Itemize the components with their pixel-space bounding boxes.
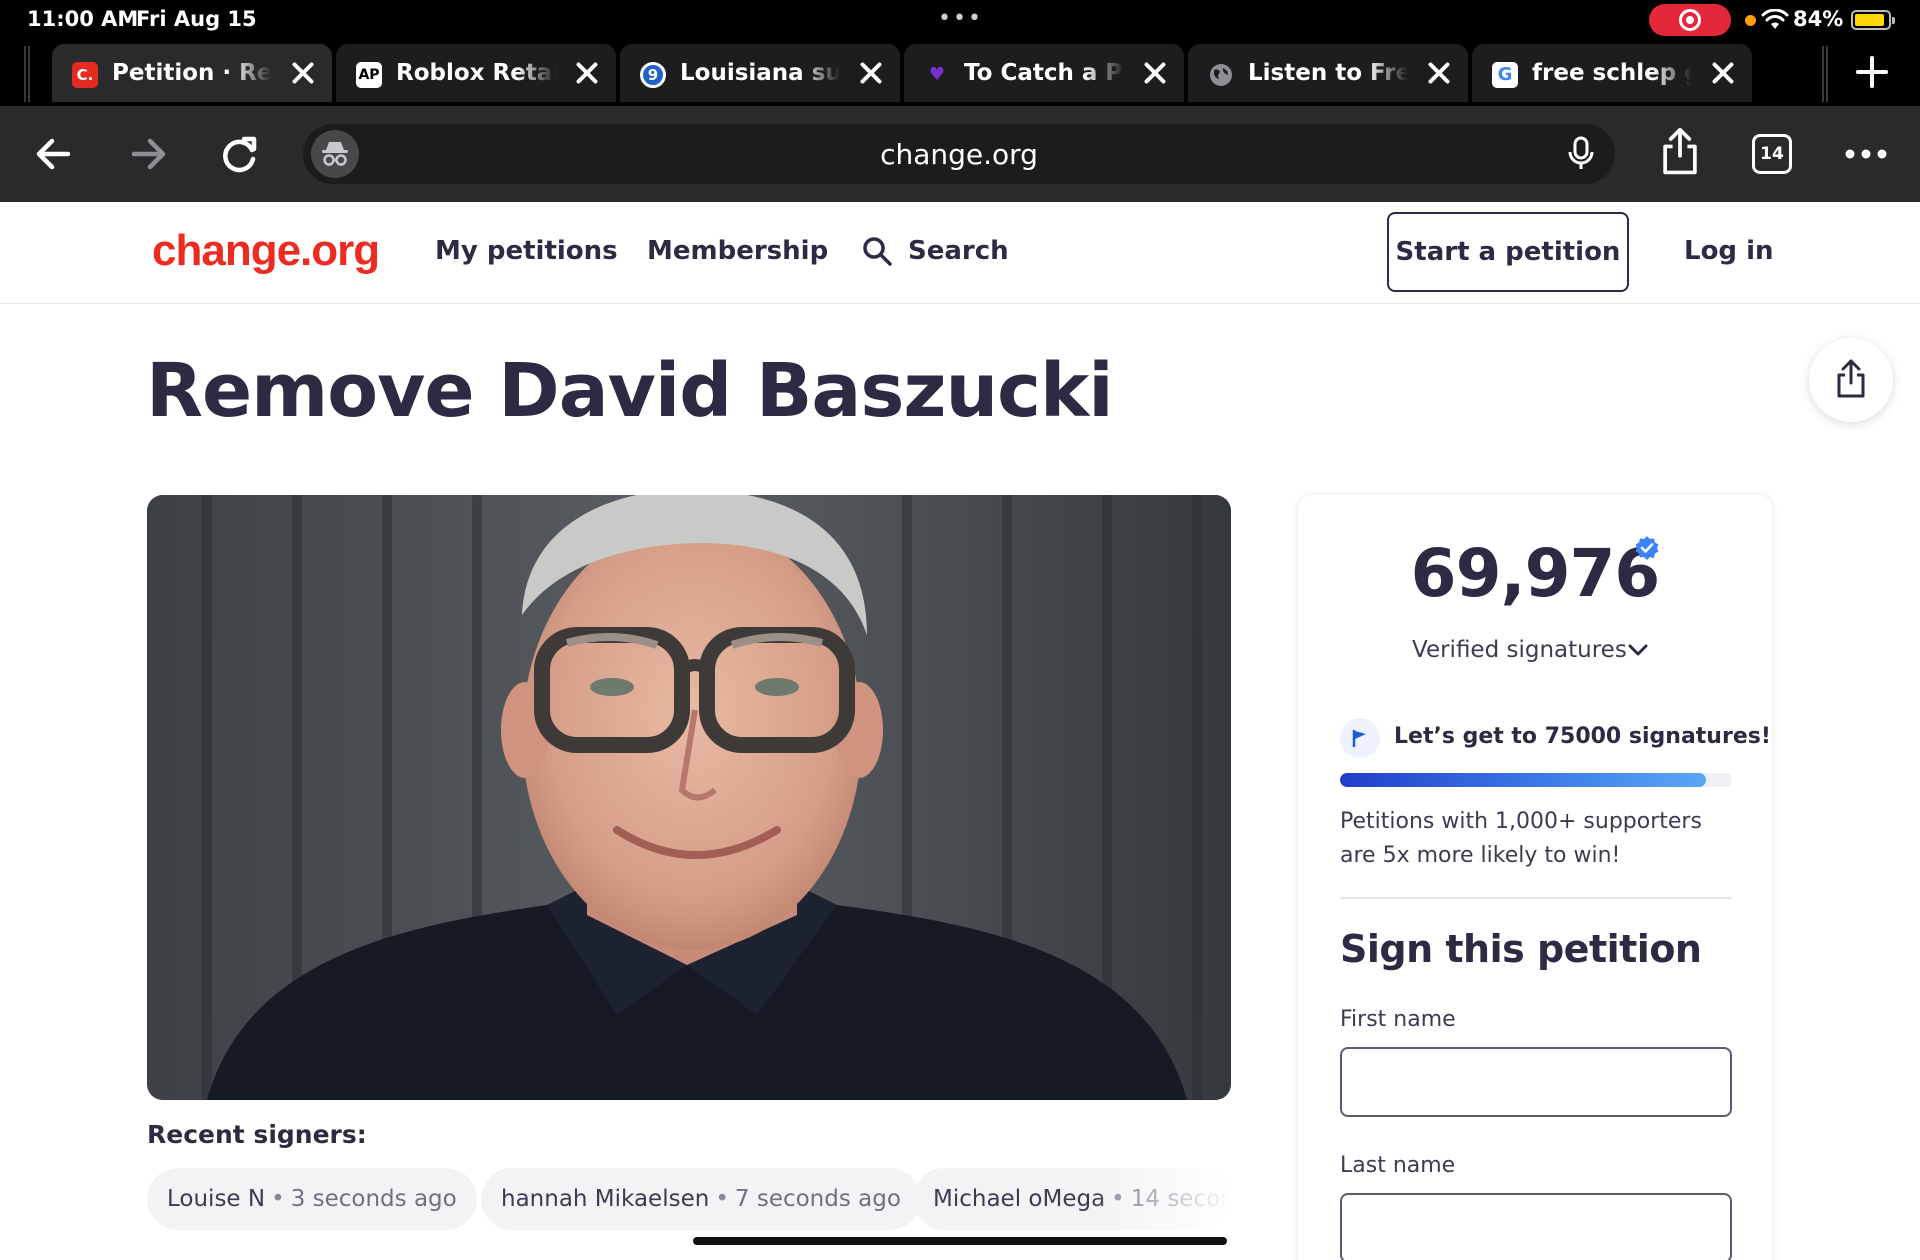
change-org-favicon-icon: C. (72, 62, 98, 88)
nav-search[interactable]: Search (908, 236, 1009, 266)
tab-stack-edge (24, 46, 30, 102)
browser-tab-petition[interactable]: C. Petition · Remove David Baszucki (52, 44, 332, 102)
status-date: Fri Aug 15 (136, 7, 257, 31)
reload-icon[interactable] (214, 128, 266, 180)
home-indicator[interactable] (693, 1237, 1227, 1245)
browser-tab-roblox-retaliates[interactable]: AP Roblox Retaliates (336, 44, 616, 102)
search-icon[interactable] (861, 235, 893, 267)
petition-title: Remove David Baszucki (146, 348, 1114, 434)
globe-favicon-icon (1208, 62, 1234, 88)
signer-time: 7 seconds ago (734, 1186, 901, 1212)
close-tab-icon[interactable] (1424, 58, 1454, 88)
heart-favicon-icon: ♥ (928, 64, 946, 85)
signature-goal-text: Let’s get to 75000 signatures! (1394, 724, 1771, 749)
tab-stack-edge (1822, 46, 1828, 102)
tab-title: To Catch a Predator (964, 60, 1124, 86)
verified-badge-icon (1635, 536, 1659, 560)
change-org-logo[interactable]: change.org (152, 226, 380, 276)
nav-my-petitions[interactable]: My petitions (435, 236, 618, 266)
wifi-icon (1761, 9, 1789, 29)
last-name-label: Last name (1340, 1153, 1456, 1178)
back-arrow-icon[interactable] (28, 128, 80, 180)
multitasking-dots-icon[interactable]: ••• (938, 6, 983, 31)
recent-signer-chip: Louise N • 3 seconds ago (147, 1168, 477, 1230)
signer-name: hannah Mikaelsen (501, 1186, 710, 1212)
tab-title: Petition · Remove David Baszucki (112, 60, 272, 86)
forward-arrow-icon[interactable] (122, 128, 174, 180)
signer-time: 3 seconds ago (290, 1186, 457, 1212)
recent-signer-chip: Michael oMega•14 seconds ago (913, 1168, 1233, 1230)
screen-recording-icon[interactable] (1649, 4, 1731, 36)
recent-signers-label: Recent signers: (147, 1120, 367, 1149)
battery-icon (1851, 10, 1895, 30)
close-tab-icon[interactable] (572, 58, 602, 88)
close-tab-icon[interactable] (1708, 58, 1738, 88)
sign-petition-card: 69,976 Verified signatures Let’s get to … (1298, 495, 1772, 1260)
tab-overview-button[interactable]: 14 (1752, 134, 1792, 174)
close-tab-icon[interactable] (1140, 58, 1170, 88)
microphone-icon[interactable] (1567, 136, 1595, 172)
verified-signatures-label[interactable]: Verified signatures (1412, 637, 1627, 663)
browser-tab-google-search[interactable]: G free schlep generator (1472, 44, 1752, 102)
signer-time: 14 seconds ago (1130, 1186, 1233, 1212)
browser-tab-to-catch-a-predator[interactable]: ♥ To Catch a Predator (904, 44, 1184, 102)
signer-name: Louise N (167, 1186, 266, 1212)
browser-toolbar: change.org 14 (0, 106, 1920, 202)
new-tab-plus-icon[interactable] (1854, 54, 1890, 90)
start-petition-button[interactable]: Start a petition (1387, 212, 1629, 292)
portrait-illustration (147, 495, 1231, 1100)
nav-membership[interactable]: Membership (647, 236, 828, 266)
progress-fill (1340, 773, 1706, 787)
share-icon[interactable] (1654, 126, 1706, 178)
first-name-input[interactable] (1340, 1047, 1732, 1117)
close-tab-icon[interactable] (856, 58, 886, 88)
petition-photo (147, 495, 1231, 1100)
last-name-input[interactable] (1340, 1193, 1732, 1260)
browser-tab-listen-to-free[interactable]: Listen to Free Music (1188, 44, 1468, 102)
ap-favicon-icon: AP (356, 62, 382, 88)
mic-in-use-indicator (1745, 15, 1756, 26)
divider (1340, 897, 1732, 899)
address-bar[interactable]: change.org (303, 124, 1615, 184)
signature-count: 69,976 (1410, 535, 1661, 612)
signature-progress-bar (1340, 773, 1732, 787)
tab-title: free schlep generator (1532, 60, 1692, 86)
share-petition-button[interactable] (1809, 338, 1893, 422)
supporters-tip: Petitions with 1,000+ supporters are 5x … (1340, 809, 1702, 868)
first-name-label: First name (1340, 1007, 1456, 1032)
site-header: change.org My petitions Membership Searc… (0, 202, 1920, 304)
status-bar: 11:00 AM Fri Aug 15 ••• 84% (0, 0, 1920, 40)
tab-title: Roblox Retaliates (396, 60, 556, 86)
share-icon (1837, 359, 1865, 398)
google-favicon-icon: G (1492, 62, 1518, 88)
log-in-link[interactable]: Log in (1684, 236, 1774, 266)
url-text[interactable]: change.org (303, 138, 1615, 171)
battery-percentage: 84% (1793, 7, 1844, 31)
status-time: 11:00 AM (27, 7, 139, 31)
news-favicon-icon: 9 (640, 62, 666, 88)
more-options-icon[interactable] (1840, 128, 1892, 180)
browser-tab-louisiana[interactable]: 9 Louisiana sues Roblox (620, 44, 900, 102)
recent-signer-chip: hannah Mikaelsen • 7 seconds ago (481, 1168, 921, 1230)
tab-title: Listen to Free Music (1248, 60, 1408, 86)
sign-petition-heading: Sign this petition (1340, 927, 1702, 971)
chevron-down-icon[interactable] (1626, 640, 1650, 660)
goal-flag-icon (1340, 718, 1380, 758)
tab-strip: C. Petition · Remove David Baszucki AP R… (0, 40, 1920, 106)
close-tab-icon[interactable] (288, 58, 318, 88)
signer-name: Michael oMega (933, 1186, 1106, 1212)
tab-title: Louisiana sues Roblox (680, 60, 840, 86)
